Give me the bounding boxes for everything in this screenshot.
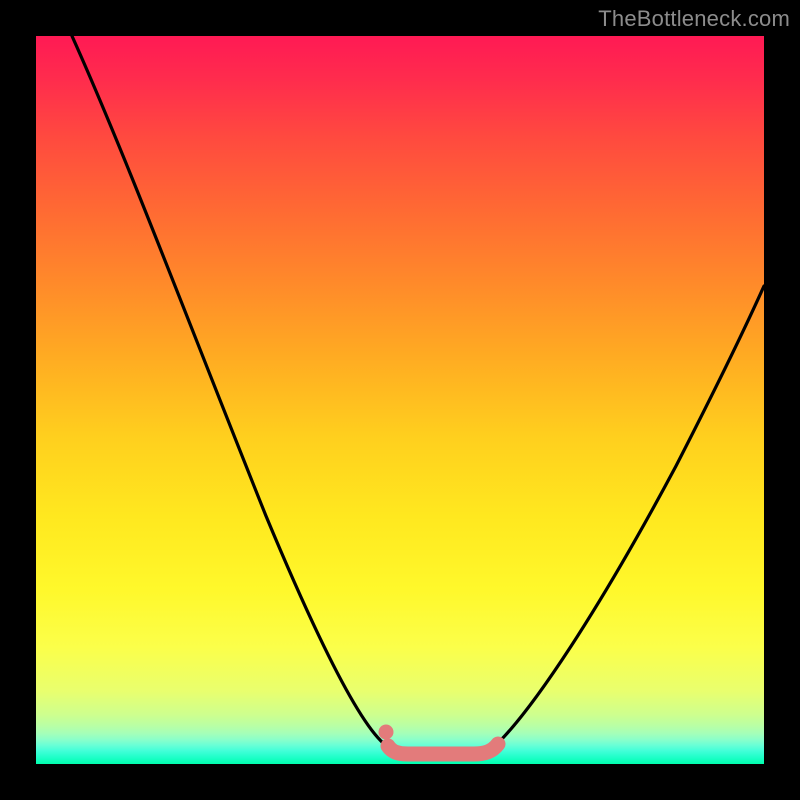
chart-svg: [36, 36, 764, 764]
chart-frame: TheBottleneck.com: [0, 0, 800, 800]
watermark-text: TheBottleneck.com: [598, 6, 790, 32]
flat-region-highlight: [388, 744, 498, 754]
plot-area: [36, 36, 764, 764]
bottleneck-curve: [72, 36, 764, 753]
valley-dot-marker: [379, 725, 394, 740]
